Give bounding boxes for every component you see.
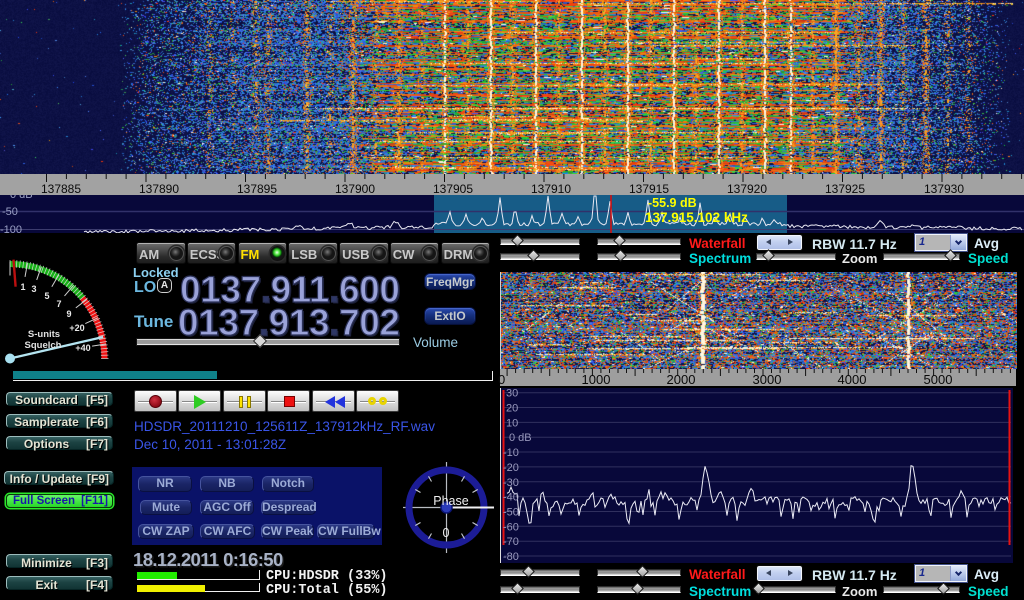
svg-text:-50: -50	[503, 507, 519, 519]
svg-text:5: 5	[44, 291, 49, 301]
svg-text:-10: -10	[503, 447, 519, 459]
svg-text:7: 7	[56, 299, 61, 309]
svg-text:0: 0	[443, 526, 450, 540]
svg-text:-40: -40	[503, 492, 519, 504]
svg-text:20: 20	[506, 403, 518, 415]
svg-text:9: 9	[66, 309, 71, 319]
svg-text:+20: +20	[69, 323, 84, 333]
svg-text:Squelch: Squelch	[25, 340, 62, 351]
svg-text:30: 30	[506, 388, 518, 400]
svg-text:-20: -20	[503, 462, 519, 474]
svg-text:S-units: S-units	[28, 329, 60, 340]
svg-text:+40: +40	[75, 343, 90, 353]
svg-text:10: 10	[506, 417, 518, 429]
svg-text:-60: -60	[503, 521, 519, 533]
svg-text:3: 3	[31, 284, 36, 294]
svg-text:-70: -70	[503, 536, 519, 548]
svg-text:1: 1	[20, 282, 25, 292]
svg-text:-30: -30	[503, 477, 519, 489]
svg-text:-80: -80	[503, 551, 519, 563]
svg-text:Phase: Phase	[433, 494, 468, 508]
svg-text:0 dB: 0 dB	[509, 432, 532, 444]
